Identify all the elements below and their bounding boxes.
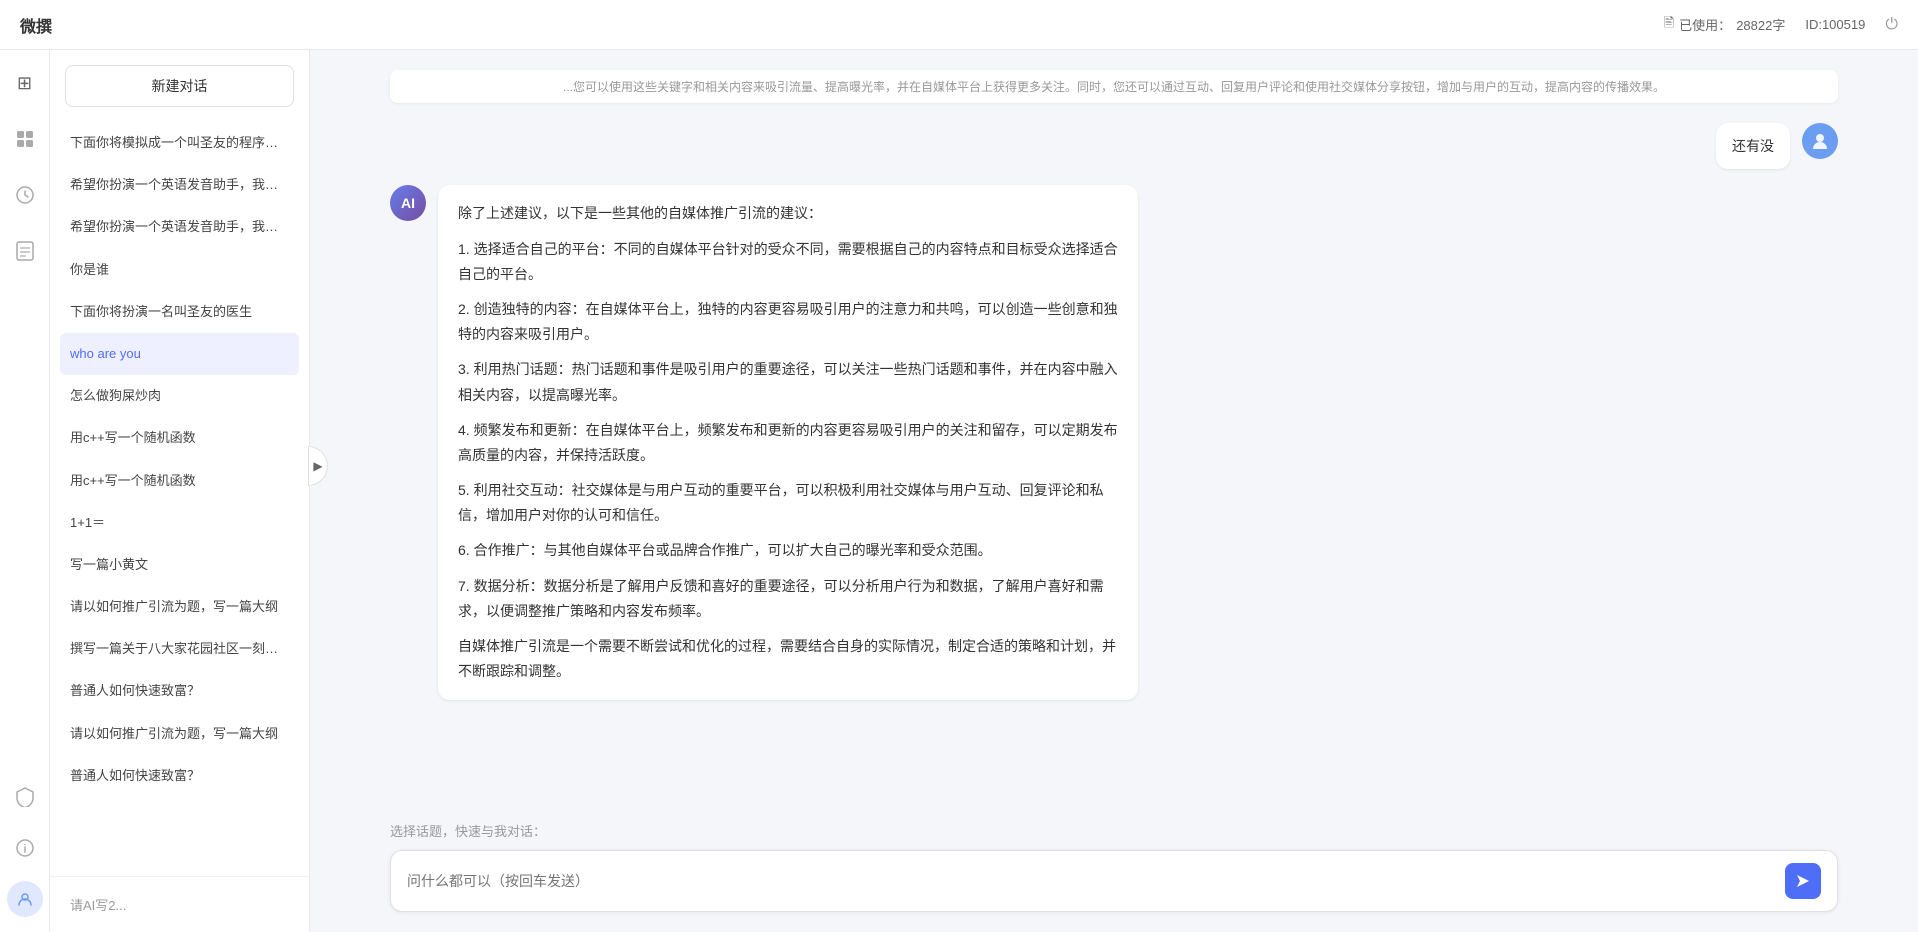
conversation-list: 下面你将模拟成一个叫圣友的程序员，我说...希望你扮演一个英语发音助手，我提供给… bbox=[50, 122, 309, 876]
usage-icon: 🖹 bbox=[1664, 14, 1674, 36]
ai-paragraph: 自媒体推广引流是一个需要不断尝试和优化的过程，需要结合自身的实际情况，制定合适的… bbox=[458, 634, 1118, 684]
ai-paragraph: 6. 合作推广：与其他自媒体平台或品牌合作推广，可以扩大自己的曝光率和受众范围。 bbox=[458, 538, 1118, 563]
sidebar-item[interactable]: 希望你扮演一个英语发音助手，我提供给你... bbox=[60, 164, 299, 206]
doc-icon[interactable] bbox=[7, 233, 43, 269]
ai-paragraph: 1. 选择适合自己的平台：不同的自媒体平台针对的受众不同，需要根据自己的内容特点… bbox=[458, 237, 1118, 287]
sidebar-item[interactable]: 1+1＝ bbox=[60, 502, 299, 544]
user-avatar-icon[interactable] bbox=[7, 881, 43, 917]
ai-paragraph: 除了上述建议，以下是一些其他的自媒体推广引流的建议： bbox=[458, 201, 1118, 226]
new-conversation-button[interactable]: 新建对话 bbox=[65, 65, 294, 107]
app-logo: 微撰 bbox=[20, 13, 52, 37]
header: 微撰 🖹 已使用： 28822字 ID:100519 ⏻ bbox=[0, 0, 1918, 50]
ai-paragraph: 4. 频繁发布和更新：在自媒体平台上，频繁发布和更新的内容更容易吸引用户的关注和… bbox=[458, 418, 1118, 468]
ai-bubble: 除了上述建议，以下是一些其他的自媒体推广引流的建议： 1. 选择适合自己的平台：不… bbox=[438, 185, 1138, 700]
sidebar-item[interactable]: 请以如何推广引流为题，写一篇大纲 bbox=[60, 586, 299, 628]
chat-area: ...您可以使用这些关键字和相关内容来吸引流量、提高曝光率，并在自媒体平台上获得… bbox=[310, 50, 1918, 932]
clock-icon[interactable] bbox=[7, 177, 43, 213]
sidebar-bottom-item[interactable]: 请AI写2... bbox=[60, 887, 299, 922]
sidebar-item[interactable]: 怎么做狗屎炒肉 bbox=[60, 375, 299, 417]
send-button[interactable] bbox=[1785, 863, 1821, 899]
user-bubble: 还有没 bbox=[1716, 123, 1790, 169]
user-id: ID:100519 bbox=[1805, 17, 1865, 32]
user-avatar bbox=[1802, 123, 1838, 159]
ai-paragraph: 2. 创造独特的内容：在自媒体平台上，独特的内容更容易吸引用户的注意力和共鸣，可… bbox=[458, 297, 1118, 347]
ai-message-group: AI 除了上述建议，以下是一些其他的自媒体推广引流的建议： 1. 选择适合自己的平… bbox=[390, 185, 1838, 700]
sidebar-item[interactable]: 普通人如何快速致富？ bbox=[60, 755, 299, 797]
truncated-message: ...您可以使用这些关键字和相关内容来吸引流量、提高曝光率，并在自媒体平台上获得… bbox=[390, 70, 1838, 103]
main-layout: ⊞ bbox=[0, 50, 1918, 932]
box-icon[interactable] bbox=[7, 121, 43, 157]
input-wrapper bbox=[390, 850, 1838, 912]
user-message-group: 还有没 bbox=[390, 123, 1838, 169]
icon-bar: ⊞ bbox=[0, 50, 50, 932]
icon-bar-bottom bbox=[7, 779, 43, 917]
message-input[interactable] bbox=[407, 873, 1785, 889]
header-right: 🖹 已使用： 28822字 ID:100519 ⏻ bbox=[1664, 14, 1898, 36]
quick-select-label: 选择话题，快速与我对话： bbox=[390, 821, 1838, 840]
ai-paragraph: 5. 利用社交互动：社交媒体是与用户互动的重要平台，可以积极利用社交媒体与用户互… bbox=[458, 478, 1118, 528]
shield-icon[interactable] bbox=[7, 779, 43, 815]
ai-avatar: AI bbox=[390, 185, 426, 221]
sidebar: 新建对话 下面你将模拟成一个叫圣友的程序员，我说...希望你扮演一个英语发音助手… bbox=[50, 50, 310, 932]
sidebar-bottom: 请AI写2... bbox=[50, 876, 309, 932]
usage-info: 🖹 已使用： 28822字 bbox=[1664, 14, 1786, 36]
sidebar-item[interactable]: 写一篇小黄文 bbox=[60, 544, 299, 586]
sidebar-item[interactable]: 撰写一篇关于八大家花园社区一刻钟便民生... bbox=[60, 628, 299, 670]
home-icon[interactable]: ⊞ bbox=[7, 65, 43, 101]
chat-messages: ...您可以使用这些关键字和相关内容来吸引流量、提高曝光率，并在自媒体平台上获得… bbox=[310, 50, 1918, 806]
sidebar-item[interactable]: 下面你将扮演一名叫圣友的医生 bbox=[60, 291, 299, 333]
info-icon[interactable] bbox=[7, 830, 43, 866]
input-area: 选择话题，快速与我对话： bbox=[310, 806, 1918, 932]
sidebar-item[interactable]: 希望你扮演一个英语发音助手，我提供给你... bbox=[60, 206, 299, 248]
usage-value: 28822字 bbox=[1736, 15, 1785, 34]
sidebar-item[interactable]: 用c++写一个随机函数 bbox=[60, 460, 299, 502]
sidebar-item[interactable]: 普通人如何快速致富？ bbox=[60, 670, 299, 712]
power-button[interactable]: ⏻ bbox=[1885, 16, 1898, 34]
sidebar-item[interactable]: 下面你将模拟成一个叫圣友的程序员，我说... bbox=[60, 122, 299, 164]
sidebar-item[interactable]: 请以如何推广引流为题，写一篇大纲 bbox=[60, 713, 299, 755]
usage-label: 已使用： bbox=[1679, 15, 1731, 34]
ai-paragraph: 3. 利用热门话题：热门话题和事件是吸引用户的重要途径，可以关注一些热门话题和事… bbox=[458, 357, 1118, 407]
sidebar-item[interactable]: who are you bbox=[60, 333, 299, 375]
sidebar-item[interactable]: 用c++写一个随机函数 bbox=[60, 417, 299, 459]
ai-paragraph: 7. 数据分析：数据分析是了解用户反馈和喜好的重要途径，可以分析用户行为和数据，… bbox=[458, 574, 1118, 624]
sidebar-item[interactable]: 你是谁 bbox=[60, 249, 299, 291]
